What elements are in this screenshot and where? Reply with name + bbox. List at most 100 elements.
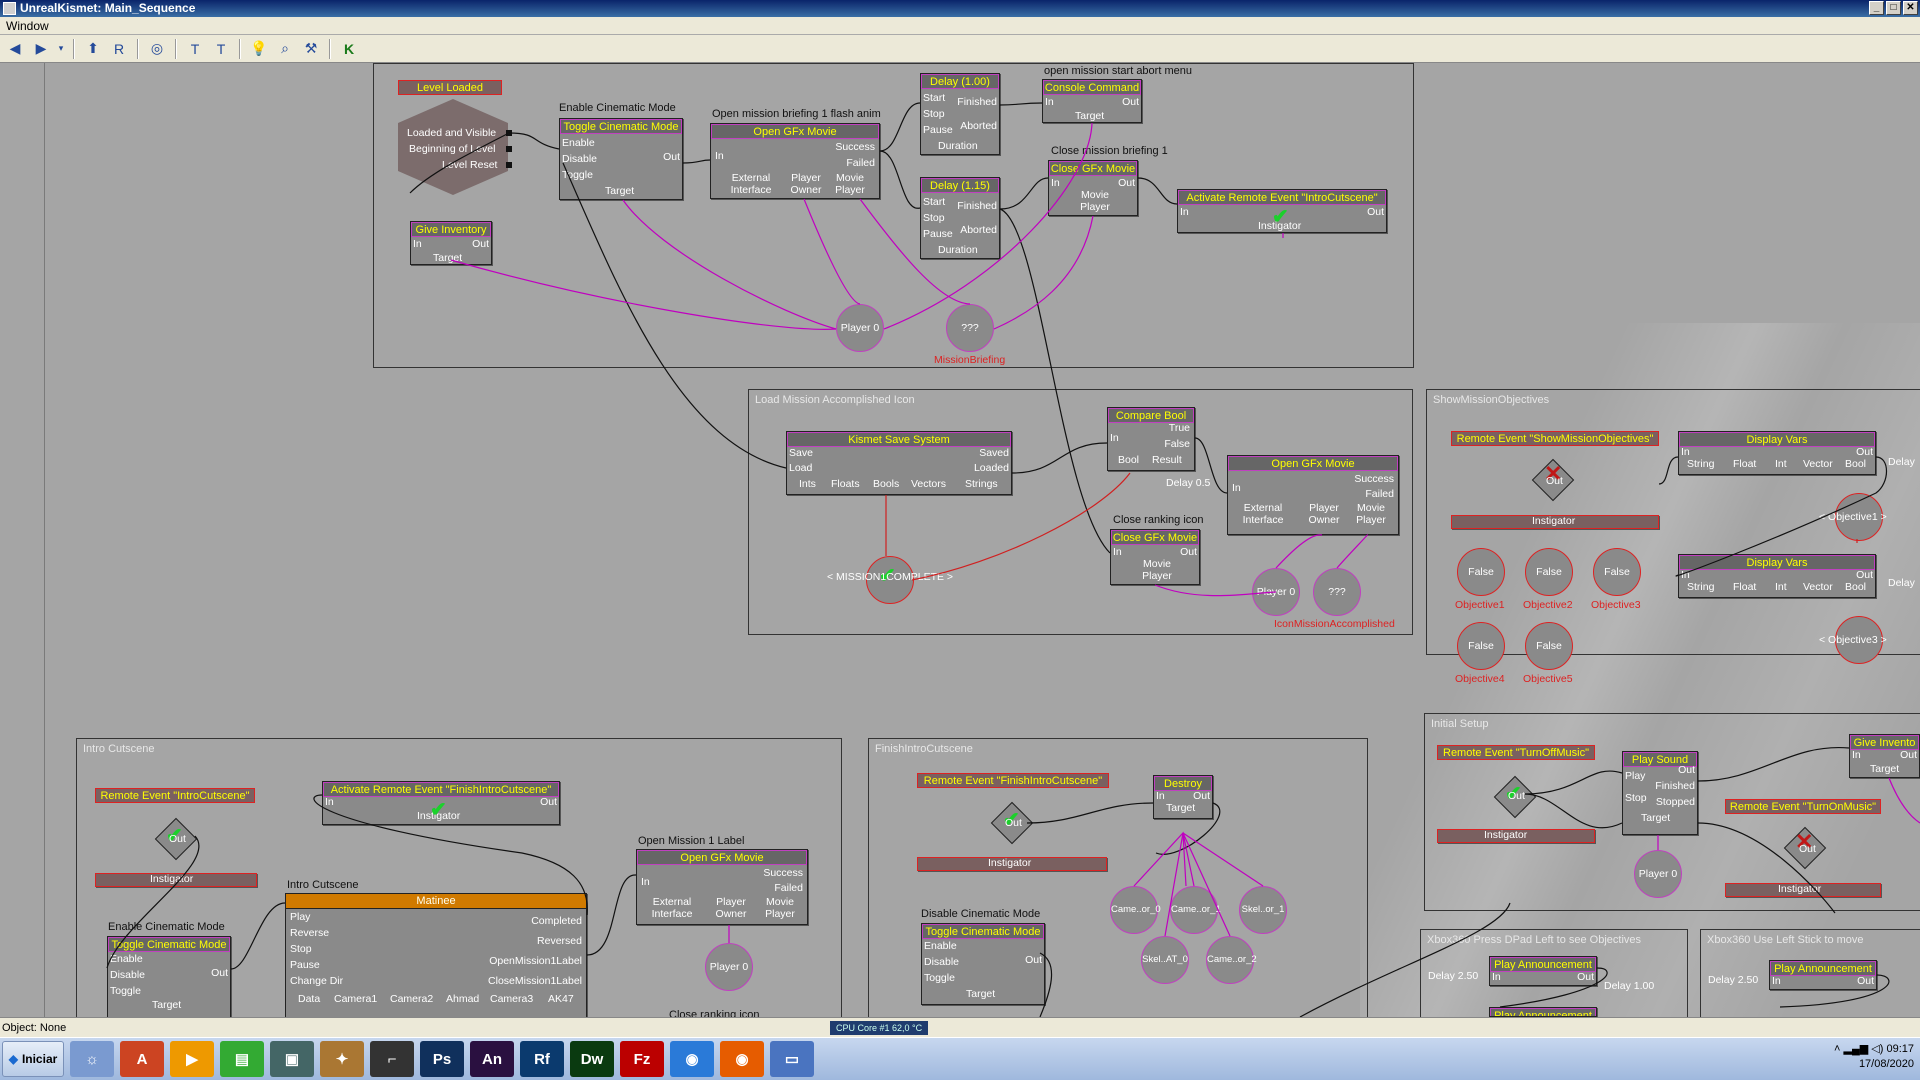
taskbar-app-acrobat-icon[interactable]: A [120,1041,164,1077]
node-remote-show-objectives[interactable]: Remote Event "ShowMissionObjectives" [1451,431,1659,447]
node-remote-intro-cutscene[interactable]: Remote Event "IntroCutscene" [95,788,255,804]
label-icon-ma: IconMissionAccomplished [1274,618,1395,630]
comment-enable-cine2: Enable Cinematic Mode [108,921,225,933]
node-remote-intro-instigator[interactable]: Instigator [95,873,257,887]
taskbar-app-tools-icon[interactable]: ✦ [320,1041,364,1077]
windows-logo-icon: ◆ [8,1052,18,1066]
close-button[interactable]: ✕ [1903,1,1918,15]
taskbar-app-monitor-icon[interactable]: ▣ [270,1041,314,1077]
kismet-k-icon[interactable]: K [338,38,360,60]
comment-enable-cine: Enable Cinematic Mode [559,102,676,114]
taskbar-app-reflex-icon[interactable]: Rf [520,1041,564,1077]
node-open-gfx-label[interactable]: Open GFx Movie In Success Failed Externa… [636,849,808,925]
taskbar-app-weather-icon[interactable]: ☼ [70,1041,114,1077]
node-close-gfx-briefing[interactable]: Close GFx Movie In Out Movie Player [1048,160,1138,216]
node-display-vars-2[interactable]: Display Vars In Out String Float Int Vec… [1678,554,1876,598]
node-remote-turnoff-instigator[interactable]: Instigator [1437,829,1595,843]
open-window-icon[interactable]: T [184,38,206,60]
minimize-button[interactable]: _ [1869,1,1884,15]
node-matinee[interactable]: Matinee Play Reverse Stop Pause Change D… [285,893,587,1017]
var-skel-at0[interactable]: Skel..AT_0 [1141,936,1189,984]
forward-arrow-icon[interactable]: ▶ [30,38,52,60]
taskbar-app-rifle-icon[interactable]: ⌐ [370,1041,414,1077]
node-play-sound[interactable]: Play Sound Play Stop Out Finished Stoppe… [1622,751,1698,835]
node-kismet-save-system[interactable]: Kismet Save System Save Load Saved Loade… [786,431,1012,495]
clock-time[interactable]: 09:17 [1886,1043,1914,1055]
taskbar-app-firefox-icon[interactable]: ◉ [720,1041,764,1077]
taskbar: ◆ Iniciar ☼ A ▶ ▤ ▣ ✦ ⌐ Ps An Rf Dw Fz ◉ ◉ ▭ ˄ ▂▄▆ ◁) … [0,1037,1920,1080]
tools-icon[interactable]: ⚒ [300,38,322,60]
taskbar-app-animate-icon[interactable]: An [470,1041,514,1077]
taskbar-app-photoshop-icon[interactable]: Ps [420,1041,464,1077]
node-remote-finish-instigator[interactable]: Instigator [917,857,1107,871]
node-open-gfx-briefing[interactable]: Open GFx Movie In Success Failed Externa… [710,123,880,199]
node-compare-bool[interactable]: Compare Bool In True False Bool Result [1107,407,1195,471]
comment-close-briefing: Close mission briefing 1 [1051,145,1168,157]
node-play-announcement-2[interactable]: Play Announcement In Out [1769,960,1877,990]
node-level-loaded-title[interactable]: Level Loaded [398,80,502,96]
node-give-inventory-setup[interactable]: Give Invento In Out Target [1849,734,1920,778]
hide-unused-icon[interactable]: ◎ [146,38,168,60]
taskbar-app-filezilla-icon[interactable]: Fz [620,1041,664,1077]
node-close-gfx-icon[interactable]: Close GFx Movie In Out Movie Player [1110,529,1200,585]
system-tray: ˄ ▂▄▆ ◁) 09:17 17/08/2020 [1834,1042,1914,1072]
var-player0-setup[interactable]: Player 0 [1634,850,1682,898]
node-toggle-cinematic[interactable]: Toggle Cinematic Mode Enable Disable Tog… [559,118,683,200]
node-remote-finish-intro[interactable]: Remote Event "FinishIntroCutscene" [917,773,1109,789]
status-object: Object: None [2,1022,67,1034]
var-player0-mid[interactable]: Player 0 [1252,568,1300,616]
back-arrow-icon[interactable]: ◀ [4,38,26,60]
menu-window[interactable]: Window [6,19,49,33]
node-remote-turnon-instigator[interactable]: Instigator [1725,883,1881,897]
node-remote-turnoff-music[interactable]: Remote Event "TurnOffMusic" [1437,745,1595,761]
node-remote-show-instigator[interactable]: Instigator [1451,515,1659,529]
var-objective4[interactable]: False [1457,622,1505,670]
node-give-inventory[interactable]: Give Inventory In Out Target [410,221,492,265]
pin-loaded-visible[interactable] [506,130,512,136]
maximize-button[interactable]: □ [1886,1,1901,15]
node-display-vars-1[interactable]: Display Vars In Out String Float Int Vec… [1678,431,1876,475]
node-play-announcement-1b[interactable]: Play Announcement [1489,1007,1597,1017]
start-button[interactable]: ◆ Iniciar [2,1041,64,1077]
var-camera-0[interactable]: Came..or_0 [1110,886,1161,934]
node-console-command[interactable]: Console Command In Out Target [1042,79,1142,123]
clock-date[interactable]: 17/08/2020 [1834,1057,1914,1072]
search-icon[interactable]: ⌕ [274,38,296,60]
node-remote-turnon-music[interactable]: Remote Event "TurnOnMusic" [1725,799,1881,815]
var-objective2[interactable]: False [1525,548,1573,596]
lightbulb-icon[interactable]: 💡 [248,38,270,60]
node-delay-100[interactable]: Delay (1.00) Start Stop Pause Finished A… [920,73,1000,155]
node-toggle-cinematic-finish[interactable]: Toggle Cinematic Mode Enable Disable Tog… [921,923,1045,1005]
label-mission-briefing: MissionBriefing [934,354,1006,366]
create-sequence-icon[interactable]: T [210,38,232,60]
kismet-canvas[interactable]: Load Mission Accomplished Icon ShowMissi… [0,63,1920,1017]
taskbar-app-charts-icon[interactable]: ▤ [220,1041,264,1077]
rename-sequence-icon[interactable]: R [108,38,130,60]
window-titlebar: UnrealKismet: Main_Sequence _ □ ✕ [0,0,1920,17]
taskbar-app-network-icon[interactable]: ▭ [770,1041,814,1077]
taskbar-app-chrome-icon[interactable]: ◉ [670,1041,714,1077]
node-delay-115[interactable]: Delay (1.15) Start Stop Pause Finished A… [920,177,1000,259]
taskbar-app-media-icon[interactable]: ▶ [170,1041,214,1077]
history-dropdown-icon[interactable]: ▾ [56,38,66,60]
var-icon-ma[interactable]: ??? [1313,568,1361,616]
taskbar-app-dreamweaver-icon[interactable]: Dw [570,1041,614,1077]
var-mission-briefing[interactable]: ??? [946,304,994,352]
network-icon[interactable]: ▂▄▆ [1844,1043,1869,1055]
tray-arrow-icon[interactable]: ˄ [1834,1043,1840,1055]
volume-icon[interactable]: ◁) [1871,1043,1883,1055]
var-objective1[interactable]: False [1457,548,1505,596]
var-camera-1[interactable]: Came..or_1 [1170,886,1221,934]
var-objective5[interactable]: False [1525,622,1573,670]
node-toggle-cinematic-intro[interactable]: Toggle Cinematic Mode Enable Disable Tog… [107,936,231,1017]
parent-sequence-icon[interactable]: ⬆ [82,38,104,60]
var-skel-1[interactable]: Skel..or_1 [1239,886,1287,934]
var-player0-top[interactable]: Player 0 [836,304,884,352]
var-camera-2[interactable]: Came..or_2 [1206,936,1257,984]
var-objective3[interactable]: False [1593,548,1641,596]
node-play-announcement-1[interactable]: Play Announcement In Out [1489,956,1597,986]
node-destroy[interactable]: Destroy In Out Target [1153,775,1213,819]
toolbar: ◀ ▶ ▾ ⬆ R ◎ T T 💡 ⌕ ⚒ K [0,35,1920,63]
node-open-gfx-icon[interactable]: Open GFx Movie In Success Failed Externa… [1227,455,1399,535]
var-player0-intro[interactable]: Player 0 [705,943,753,991]
